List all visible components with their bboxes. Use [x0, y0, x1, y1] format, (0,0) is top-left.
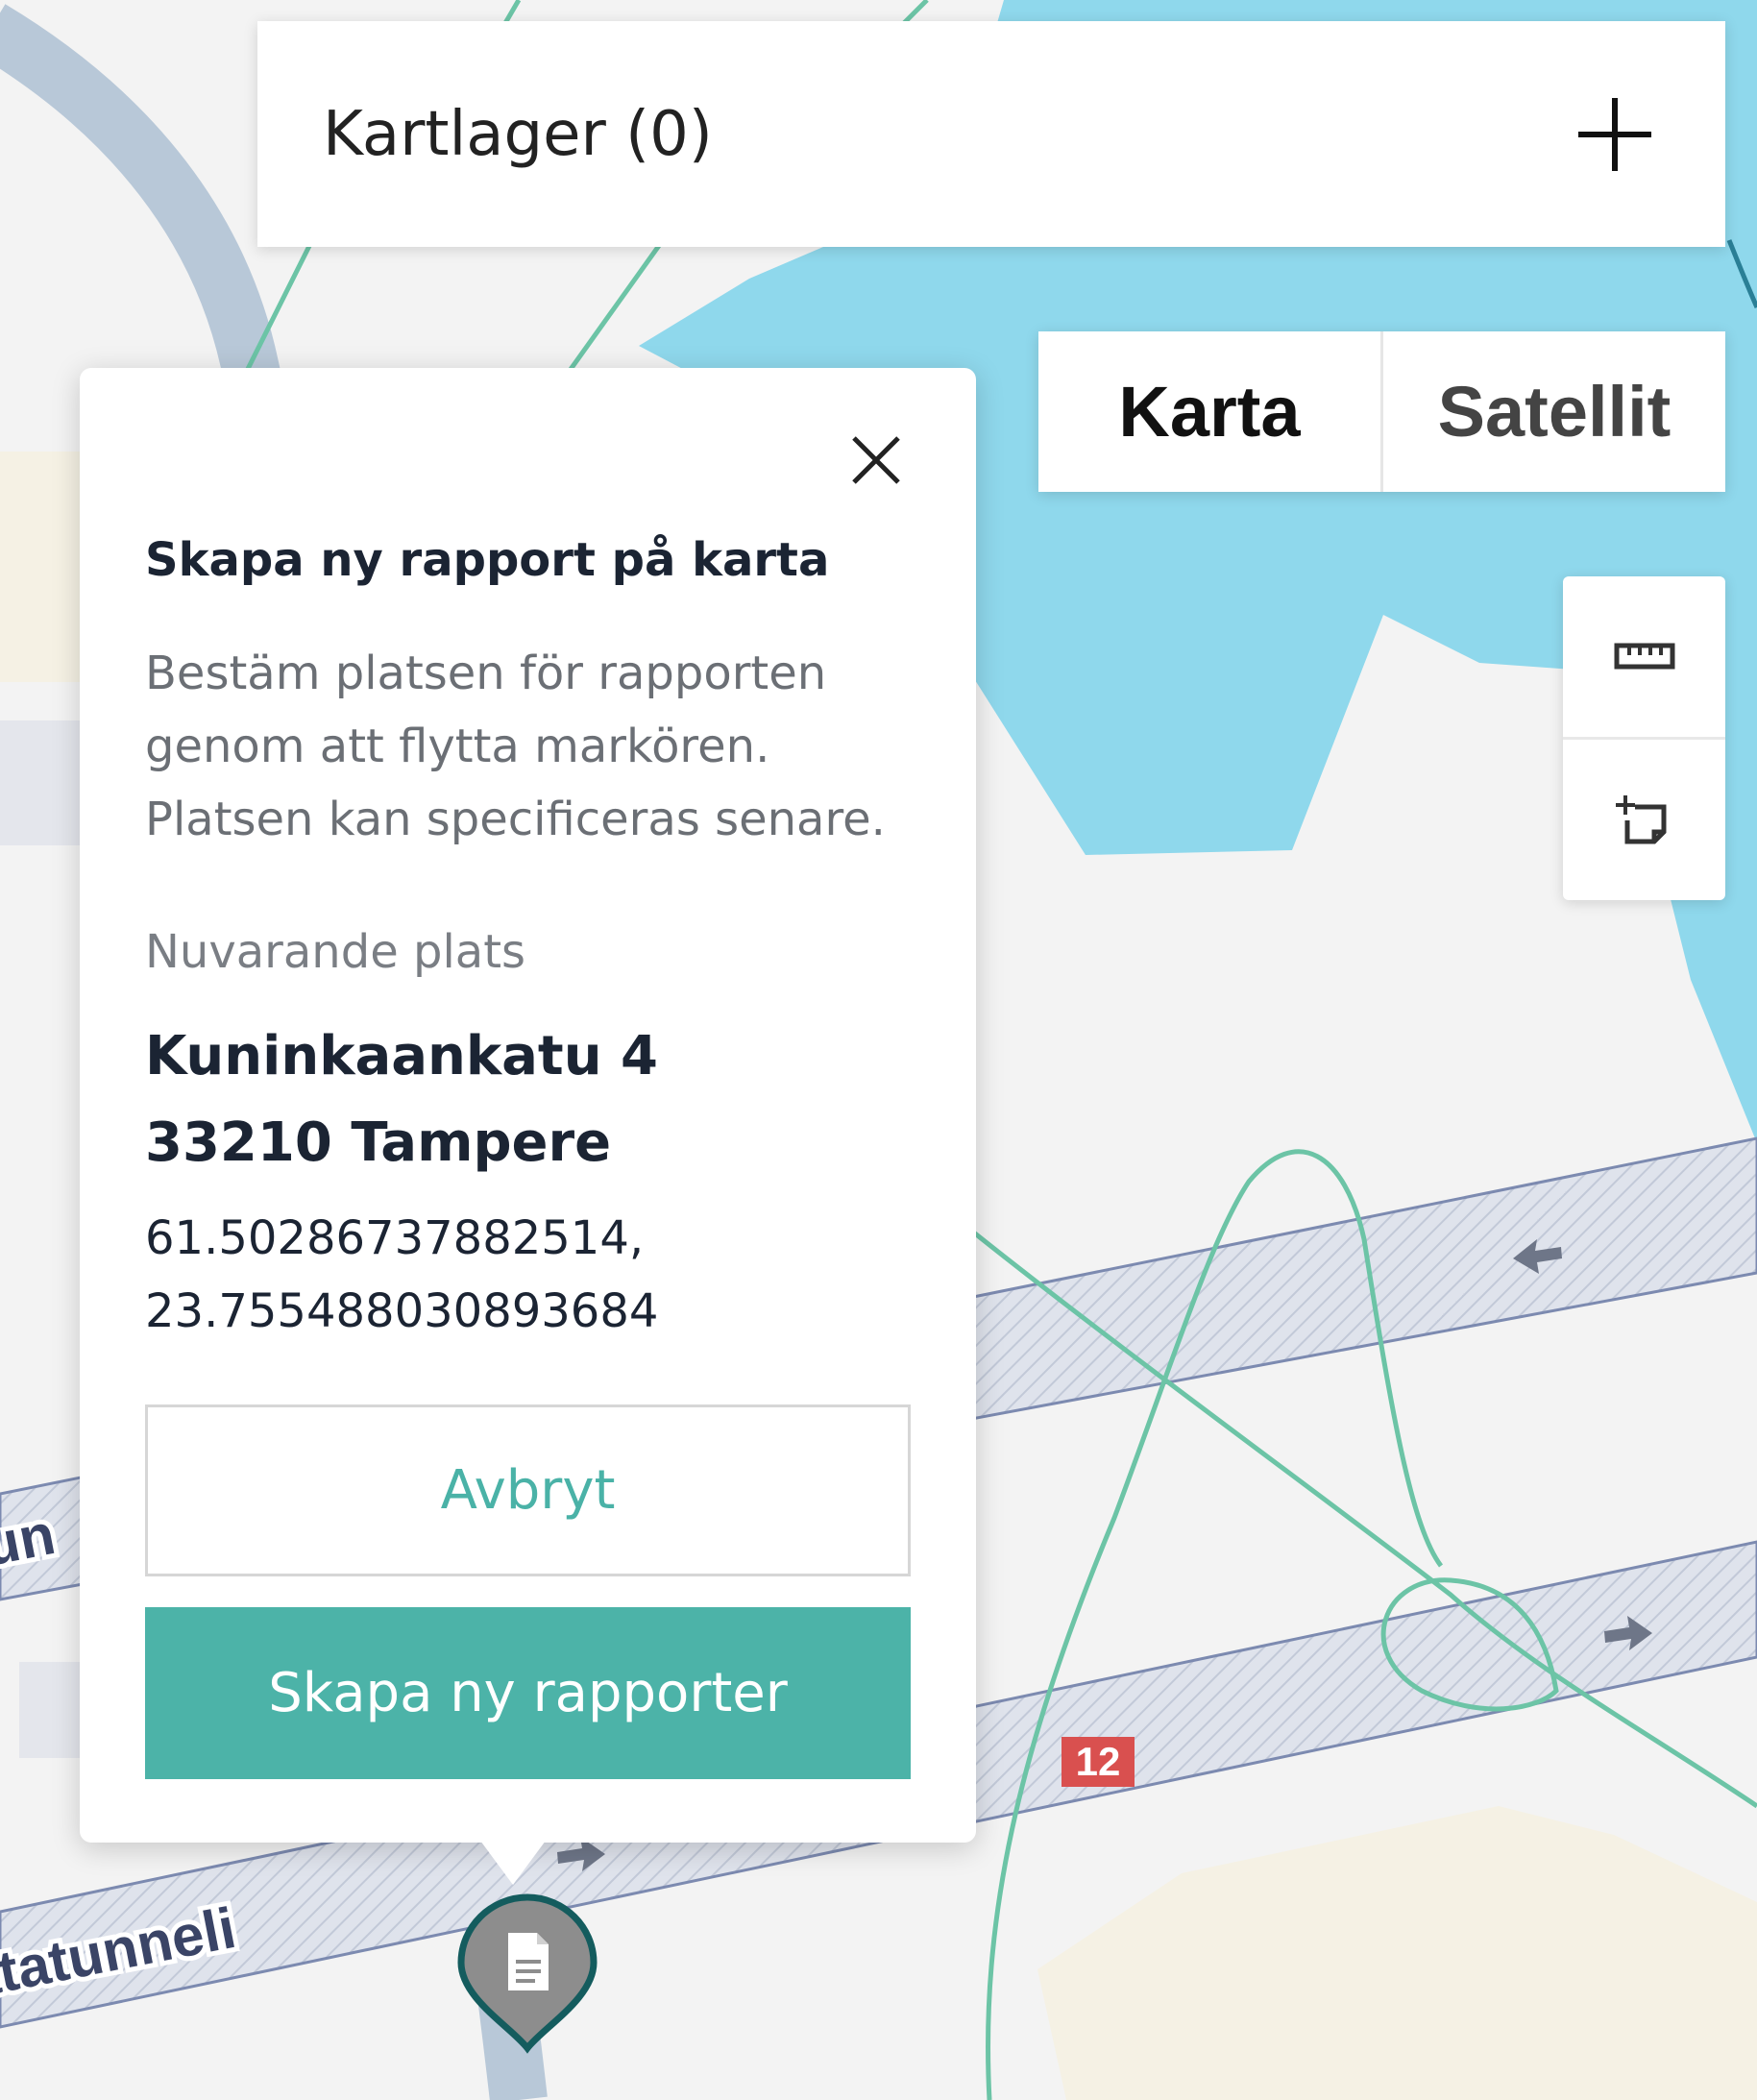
map-type-toggle: Karta Satellit: [1038, 331, 1725, 492]
measure-tool-button[interactable]: [1563, 576, 1725, 737]
popup-description: Bestäm platsen för rapporten genom att f…: [145, 637, 933, 856]
address-city: 33210 Tampere: [145, 1111, 612, 1174]
map-type-karta-button[interactable]: Karta: [1038, 331, 1383, 492]
ruler-icon: [1614, 643, 1674, 669]
description-line: Platsen kan specificeras senare.: [145, 793, 886, 846]
document-icon: [508, 1933, 549, 1990]
current-address: Kuninkaankatu 4 33210 Tampere: [145, 1013, 933, 1186]
map-type-satellit-button[interactable]: Satellit: [1383, 331, 1725, 492]
longitude-value: 23.755488030893684: [145, 1284, 659, 1338]
road-number-badge: 12: [1062, 1737, 1135, 1787]
cancel-button[interactable]: Avbryt: [145, 1404, 911, 1576]
map-tools: [1563, 576, 1725, 900]
description-line: Bestäm platsen för rapporten: [145, 647, 827, 700]
plus-icon: [1578, 97, 1651, 171]
add-note-tool-button[interactable]: [1563, 737, 1725, 900]
building-block: [0, 720, 82, 845]
layers-bar: Kartlager (0): [257, 21, 1725, 247]
add-note-icon: [1615, 794, 1666, 843]
create-report-popup: Skapa ny rapport på karta Bestäm platsen…: [80, 368, 976, 1843]
building-block: [0, 452, 82, 682]
description-line: genom att flytta markören.: [145, 720, 770, 773]
current-coordinates: 61.50286737882514, 23.755488030893684: [145, 1202, 933, 1348]
popup-pointer: [480, 1841, 546, 1885]
svg-text:12: 12: [1076, 1739, 1121, 1784]
popup-title: Skapa ny rapport på karta: [145, 533, 830, 587]
layers-title: Kartlager (0): [323, 98, 713, 170]
current-location-label: Nuvarande plats: [145, 925, 526, 979]
create-report-button[interactable]: Skapa ny rapporter: [145, 1607, 911, 1779]
add-layer-button[interactable]: [1572, 91, 1658, 178]
close-popup-button[interactable]: [842, 426, 911, 495]
address-street: Kuninkaankatu 4: [145, 1025, 659, 1087]
close-icon: [852, 436, 900, 484]
latitude-value: 61.50286737882514,: [145, 1211, 645, 1265]
